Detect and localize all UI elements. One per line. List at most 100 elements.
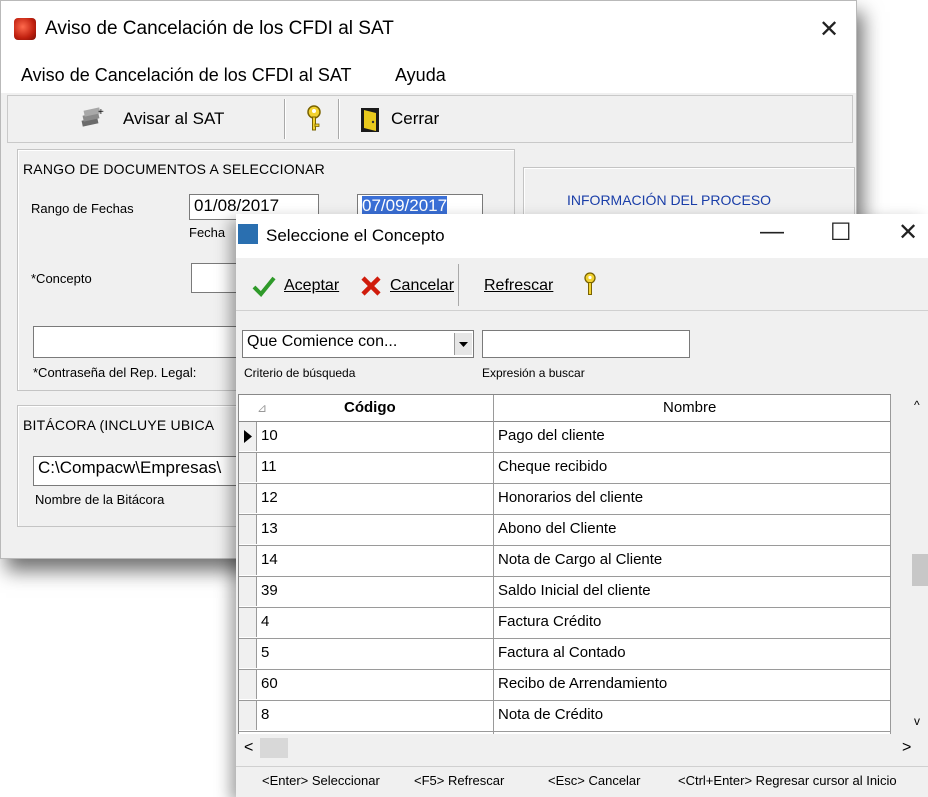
cancel-button[interactable]: Cancelar xyxy=(390,277,454,295)
hint-return: <Ctrl+Enter> Regresar cursor al Inicio xyxy=(678,773,897,788)
close-button[interactable]: Cerrar xyxy=(391,109,439,129)
cell-code: 10 xyxy=(261,427,278,444)
notify-sat-button[interactable]: Avisar al SAT xyxy=(123,109,224,129)
scroll-left-icon[interactable]: < xyxy=(244,739,253,757)
cell-name: Nota de Crédito xyxy=(498,706,604,723)
hscroll-thumb[interactable] xyxy=(260,738,288,758)
range-group-title: RANGO DE DOCUMENTOS A SELECCIONAR xyxy=(23,161,325,177)
hint-cancel: <Esc> Cancelar xyxy=(548,773,641,788)
sort-icon[interactable]: ⊿ xyxy=(257,401,267,415)
table-row[interactable]: 13 Abono del Cliente xyxy=(239,515,891,546)
cross-icon[interactable] xyxy=(360,274,382,298)
cell-name: Abono del Cliente xyxy=(498,520,617,537)
column-header-name[interactable]: Nombre xyxy=(663,399,716,416)
row-indicator xyxy=(239,484,257,513)
row-indicator xyxy=(239,639,257,668)
concept-label: *Concepto xyxy=(31,271,92,286)
toolbar-separator xyxy=(284,99,286,139)
row-indicator xyxy=(239,577,257,606)
cell-code: 5 xyxy=(261,644,270,661)
chevron-down-icon[interactable] xyxy=(454,333,472,355)
dialog-app-icon xyxy=(238,224,258,244)
column-header-code[interactable]: Código xyxy=(344,399,396,416)
log-group-title: BITÁCORA (INCLUYE UBICA xyxy=(23,417,215,433)
app-icon xyxy=(14,18,36,40)
maximize-icon[interactable]: ☐ xyxy=(830,218,852,247)
table-row[interactable]: 5 Factura al Contado xyxy=(239,639,891,670)
criteria-select[interactable]: Que Comience con... xyxy=(242,330,474,358)
table-row[interactable]: 60 Recibo de Arrendamiento xyxy=(239,670,891,701)
row-indicator xyxy=(239,608,257,637)
dialog-title: Seleccione el Concepto xyxy=(266,226,445,245)
cell-name: Factura Crédito xyxy=(498,613,602,630)
status-bar: <Enter> Seleccionar <F5> Refrescar <Esc>… xyxy=(236,766,928,797)
date-range-label: Rango de Fechas xyxy=(31,201,134,216)
date-caption: Fecha xyxy=(189,225,226,240)
svg-text:+: + xyxy=(98,107,104,118)
toolbar-separator xyxy=(338,99,340,139)
dialog-title-bar: Seleccione el Concepto — ☐ ✕ xyxy=(236,214,928,258)
table-row[interactable]: 14 Nota de Cargo al Cliente xyxy=(239,546,891,577)
criteria-value: Que Comience con... xyxy=(247,333,398,350)
password-field[interactable] xyxy=(33,326,243,358)
window-title: Aviso de Cancelación de los CFDI al SAT xyxy=(45,18,394,39)
refresh-button[interactable]: Refrescar xyxy=(484,277,553,295)
concept-dialog: Seleccione el Concepto — ☐ ✕ Aceptar Can… xyxy=(236,214,928,797)
title-bar: Aviso de Cancelación de los CFDI al SAT … xyxy=(1,1,856,59)
concept-field[interactable] xyxy=(191,263,241,293)
grid-header: ⊿ Código Nombre xyxy=(239,395,891,422)
key-icon[interactable] xyxy=(582,272,598,298)
table-row[interactable]: 39 Saldo Inicial del cliente xyxy=(239,577,891,608)
date-to-value: 07/09/2017 xyxy=(362,196,448,215)
cell-name: Nota de Cargo al Cliente xyxy=(498,551,663,568)
row-indicator xyxy=(239,670,257,699)
cell-name: Honorarios del cliente xyxy=(498,489,644,506)
cell-name: Factura al Contado xyxy=(498,644,626,661)
table-row[interactable]: 12 Honorarios del cliente xyxy=(239,484,891,515)
row-indicator xyxy=(239,453,257,482)
horizontal-scrollbar[interactable]: < > xyxy=(238,734,928,764)
hint-refresh: <F5> Refrescar xyxy=(414,773,505,788)
stack-icon[interactable]: + xyxy=(79,107,105,129)
door-icon[interactable] xyxy=(360,107,380,133)
expression-input[interactable] xyxy=(482,330,690,358)
row-indicator xyxy=(239,515,257,544)
table-row[interactable]: 4 Factura Crédito xyxy=(239,608,891,639)
vertical-scrollbar[interactable]: ^ v xyxy=(912,394,928,734)
scroll-right-icon[interactable]: > xyxy=(902,739,911,757)
accept-button[interactable]: Aceptar xyxy=(284,277,339,295)
close-icon[interactable]: ✕ xyxy=(819,15,839,44)
log-caption: Nombre de la Bitácora xyxy=(35,492,165,507)
menu-aviso[interactable]: Aviso de Cancelación de los CFDI al SAT xyxy=(21,65,352,86)
menu-ayuda[interactable]: Ayuda xyxy=(395,65,446,86)
key-icon[interactable] xyxy=(304,105,324,133)
cell-name: Cheque recibido xyxy=(498,458,608,475)
check-icon[interactable] xyxy=(252,274,276,298)
cell-code: 11 xyxy=(261,458,277,475)
criteria-label: Criterio de búsqueda xyxy=(244,366,356,380)
password-label: *Contraseña del Rep. Legal: xyxy=(33,365,197,380)
row-indicator xyxy=(239,422,257,451)
scroll-down-icon[interactable]: v xyxy=(914,714,920,728)
table-row[interactable]: 11 Cheque recibido xyxy=(239,453,891,484)
cell-name: Pago del cliente xyxy=(498,427,605,444)
hint-select: <Enter> Seleccionar xyxy=(262,773,380,788)
cell-code: 13 xyxy=(261,520,278,537)
minimize-icon[interactable]: — xyxy=(760,218,784,246)
cell-code: 8 xyxy=(261,706,270,723)
cell-code: 39 xyxy=(261,582,278,599)
dialog-close-icon[interactable]: ✕ xyxy=(898,218,918,247)
cell-name: Recibo de Arrendamiento xyxy=(498,675,668,692)
concept-grid: ⊿ Código Nombre 10 Pago del cliente 11 Che… xyxy=(238,394,891,735)
scroll-thumb[interactable] xyxy=(912,554,928,586)
scroll-up-icon[interactable]: ^ xyxy=(914,398,920,412)
row-indicator xyxy=(239,701,257,730)
cell-name: Saldo Inicial del cliente xyxy=(498,582,651,599)
cell-code: 60 xyxy=(261,675,278,692)
expression-label: Expresión a buscar xyxy=(482,366,585,380)
table-row[interactable]: 8 Nota de Crédito xyxy=(239,701,891,732)
table-row[interactable]: 10 Pago del cliente xyxy=(239,422,891,453)
cell-code: 14 xyxy=(261,551,278,568)
log-path-field[interactable]: C:\Compacw\Empresas\ xyxy=(33,456,243,486)
info-title: INFORMACIÓN DEL PROCESO xyxy=(567,192,772,208)
